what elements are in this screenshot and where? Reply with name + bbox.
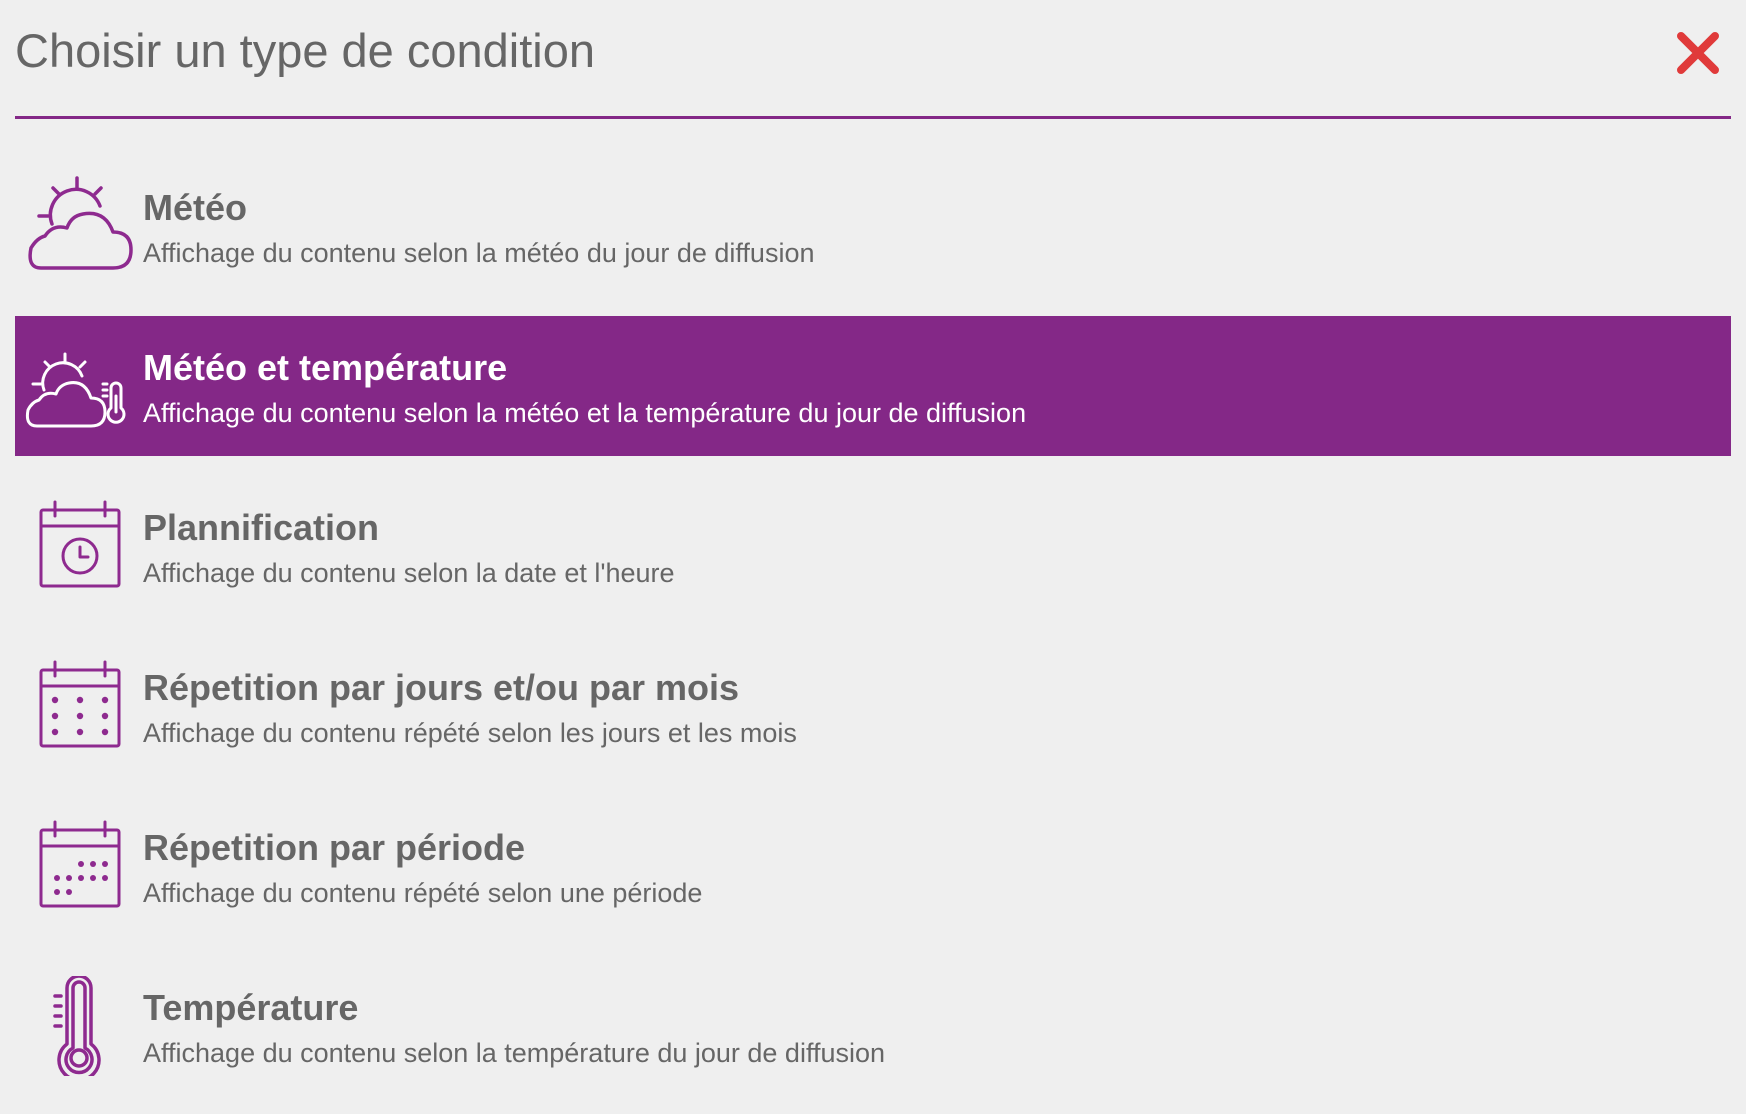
dialog-title: Choisir un type de condition bbox=[15, 24, 596, 77]
condition-item-weather-temperature[interactable]: Météo et température Affichage du conten… bbox=[15, 316, 1731, 456]
dialog-header: Choisir un type de condition bbox=[15, 0, 1731, 119]
close-button[interactable] bbox=[1675, 30, 1721, 76]
thermometer-icon bbox=[23, 976, 133, 1076]
condition-type-list: Météo Affichage du contenu selon la mété… bbox=[15, 156, 1731, 1114]
condition-title: Répetition par période bbox=[143, 827, 526, 868]
condition-description: Affichage du contenu selon la date et l'… bbox=[143, 558, 675, 588]
condition-item-repeat-period[interactable]: Répetition par période Affichage du cont… bbox=[15, 796, 1731, 936]
condition-item-repeat-days-months[interactable]: Répetition par jours et/ou par mois Affi… bbox=[15, 636, 1731, 776]
condition-title: Répetition par jours et/ou par mois bbox=[143, 667, 740, 708]
condition-title: Météo et température bbox=[143, 347, 508, 388]
condition-item-scheduling[interactable]: Plannification Affichage du contenu selo… bbox=[15, 476, 1731, 616]
condition-type-dialog: Choisir un type de condition Météo Affic… bbox=[0, 0, 1746, 1114]
calendar-clock-icon bbox=[23, 496, 133, 596]
condition-description: Affichage du contenu selon la météo et l… bbox=[143, 398, 1027, 428]
condition-description: Affichage du contenu répété selon une pé… bbox=[143, 878, 703, 908]
condition-item-temperature[interactable]: Température Affichage du contenu selon l… bbox=[15, 956, 1731, 1096]
condition-title: Plannification bbox=[143, 507, 380, 548]
weather-temperature-icon bbox=[23, 336, 133, 436]
condition-description: Affichage du contenu répété selon les jo… bbox=[143, 718, 797, 748]
condition-description: Affichage du contenu selon la météo du j… bbox=[143, 238, 815, 268]
close-x-icon bbox=[1677, 32, 1719, 74]
condition-title: Météo bbox=[143, 187, 248, 228]
calendar-period-icon bbox=[23, 816, 133, 916]
condition-description: Affichage du contenu selon la températur… bbox=[143, 1038, 886, 1068]
weather-icon bbox=[23, 176, 133, 276]
condition-item-weather[interactable]: Météo Affichage du contenu selon la mété… bbox=[15, 156, 1731, 296]
calendar-grid-icon bbox=[23, 656, 133, 756]
condition-title: Température bbox=[143, 987, 359, 1028]
